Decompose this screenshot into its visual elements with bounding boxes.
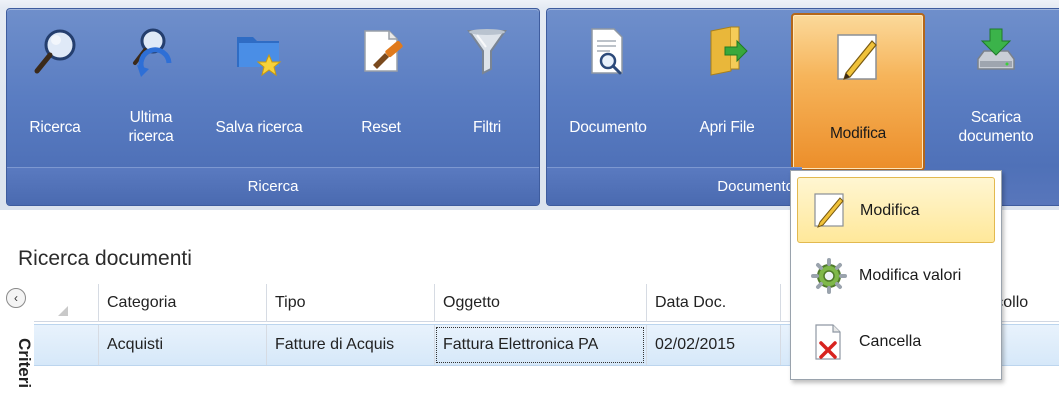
reset-label: Reset	[361, 118, 401, 136]
criteria-panel-tab[interactable]: Criteri	[0, 330, 34, 405]
menu-item-modifica-valori[interactable]: Modifica valori	[797, 243, 995, 309]
document-search-icon	[591, 28, 623, 75]
reset-brush-icon	[364, 30, 403, 72]
reset-button[interactable]: Reset	[341, 9, 421, 169]
column-header-tipo[interactable]: Tipo	[266, 284, 434, 322]
grid-header-corner	[34, 284, 74, 322]
menu-item-modifica-label: Modifica	[860, 202, 920, 219]
salva-ricerca-label: Salva ricerca	[215, 118, 303, 136]
menu-item-cancella-label: Cancella	[859, 333, 922, 350]
menu-item-modifica-valori-label: Modifica valori	[859, 267, 962, 284]
save-search-folder-icon	[237, 37, 282, 77]
collapse-panel-button[interactable]: ‹	[6, 288, 26, 308]
column-header-categoria[interactable]: Categoria	[98, 284, 266, 322]
scarica-documento-label: Scarica documento	[958, 109, 1034, 145]
ribbon-group-ricerca-label: Ricerca	[7, 167, 539, 205]
gear-icon	[811, 258, 847, 294]
scarica-documento-button[interactable]: Scarica documento	[937, 9, 1055, 169]
cell-categoria[interactable]: Acquisti	[98, 325, 266, 365]
ultima-ricerca-button[interactable]: Ultima ricerca	[111, 9, 191, 169]
modifica-dropdown-menu: Modifica Modifica valori Cancella	[790, 170, 1002, 380]
column-header-oggetto[interactable]: Oggetto	[434, 284, 646, 322]
ultima-ricerca-label: Ultima ricerca	[128, 109, 174, 145]
cell-data-doc[interactable]: 02/02/2015	[646, 325, 780, 365]
magnifier-icon	[34, 29, 76, 74]
menu-item-modifica[interactable]: Modifica	[797, 177, 995, 243]
modifica-button[interactable]: Modifica	[791, 13, 925, 171]
filter-funnel-icon	[467, 29, 507, 75]
apri-file-button[interactable]: Apri File	[677, 9, 777, 169]
apri-file-label: Apri File	[699, 118, 755, 136]
salva-ricerca-button[interactable]: Salva ricerca	[203, 9, 315, 169]
menu-item-cancella[interactable]: Cancella	[797, 309, 995, 375]
last-search-icon	[133, 28, 172, 77]
filtri-label: Filtri	[472, 118, 502, 136]
ribbon-group-ricerca: Ricerca Ultima ricerca Salva ricerca Res…	[6, 8, 540, 206]
filtri-button[interactable]: Filtri	[447, 9, 527, 169]
documento-label: Documento	[569, 118, 647, 136]
edit-pencil-icon	[837, 34, 877, 80]
modifica-label: Modifica	[829, 124, 887, 142]
ribbon-group-documento-label: Documento	[547, 167, 802, 205]
page-title: Ricerca documenti	[18, 247, 192, 270]
edit-pencil-icon	[814, 193, 844, 228]
download-drive-icon	[977, 28, 1015, 70]
cell-oggetto[interactable]: Fattura Elettronica PA	[434, 325, 646, 365]
cell-tipo[interactable]: Fatture di Acquis	[266, 325, 434, 365]
row-selector[interactable]	[34, 325, 74, 365]
ricerca-label: Ricerca	[29, 118, 81, 136]
delete-document-icon	[815, 324, 841, 360]
documento-button[interactable]: Documento	[549, 9, 667, 169]
ricerca-button[interactable]: Ricerca	[11, 9, 99, 169]
column-header-data-doc[interactable]: Data Doc.	[646, 284, 780, 322]
open-file-icon	[710, 26, 748, 76]
